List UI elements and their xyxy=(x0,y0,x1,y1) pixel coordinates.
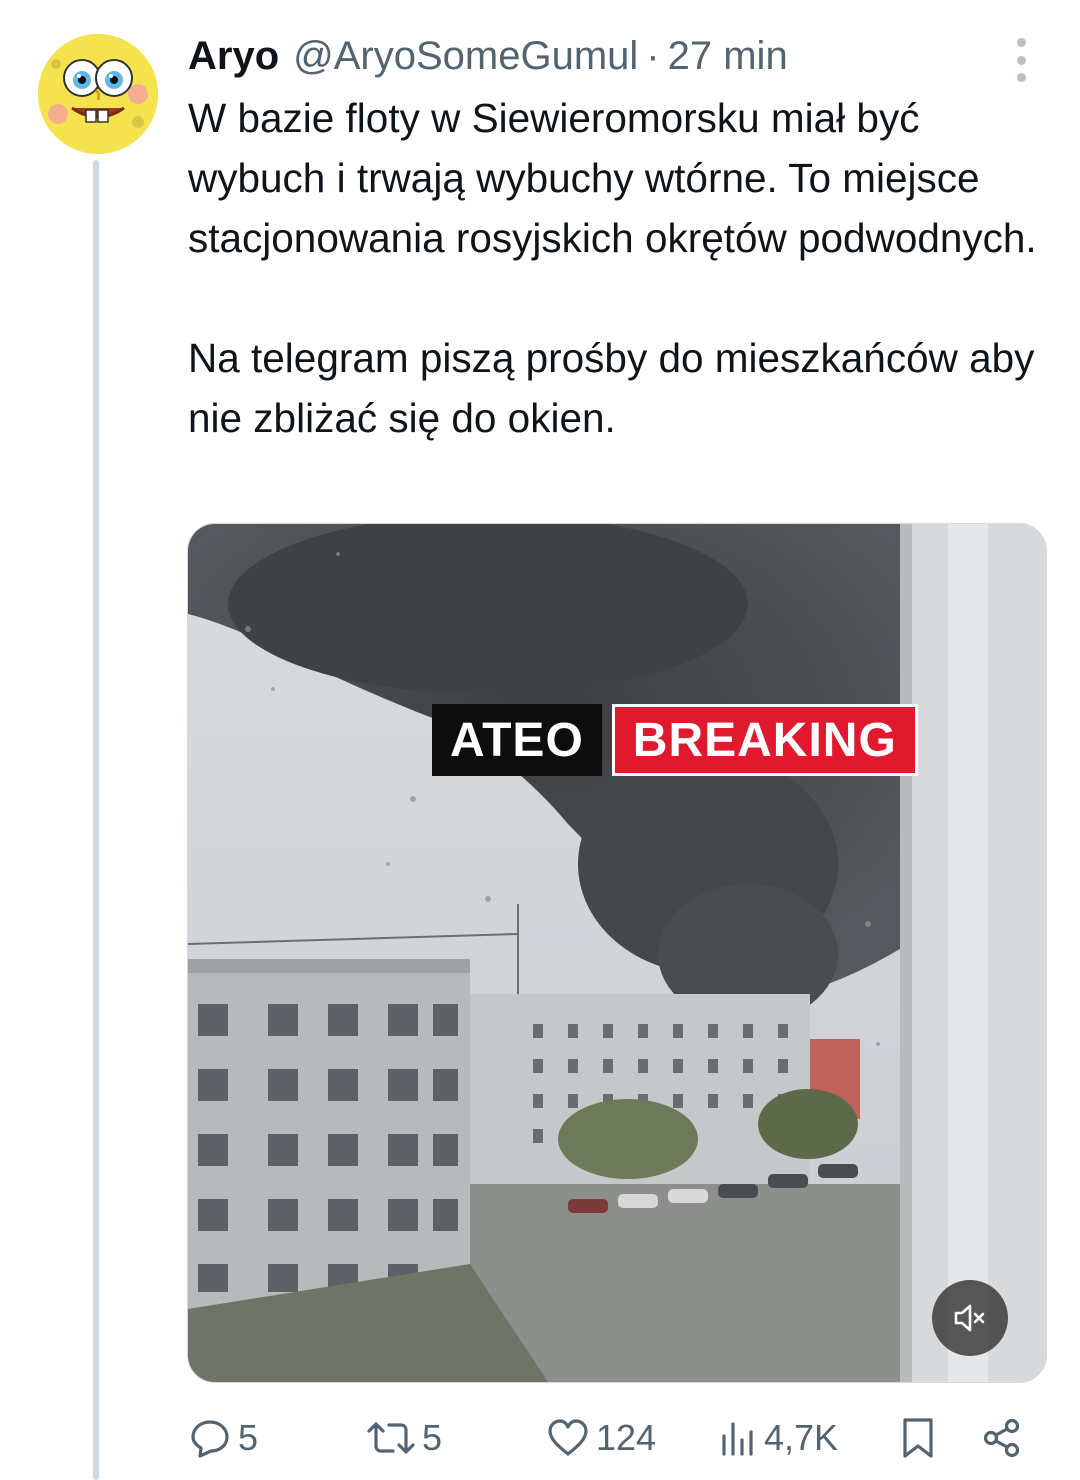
separator-dot: · xyxy=(646,33,660,78)
tweet-text: W bazie floty w Siewieromorsku miał być … xyxy=(188,88,1058,448)
spongebob-avatar-icon xyxy=(38,34,158,154)
more-dot xyxy=(1016,73,1026,82)
tweet-paragraph-1: W bazie floty w Siewieromorsku miał być … xyxy=(188,95,1037,261)
heart-icon xyxy=(548,1419,588,1456)
author-handle[interactable]: @AryoSomeGumul xyxy=(293,34,638,79)
banner-breaking: BREAKING xyxy=(611,704,918,776)
action-bar: 5 5 124 4,7K xyxy=(188,1410,1048,1466)
avatar[interactable] xyxy=(38,34,158,154)
repost-button[interactable]: 5 xyxy=(366,1410,442,1466)
tweet-time[interactable]: 27 min xyxy=(668,34,788,79)
video-player[interactable]: ATEO BREAKING xyxy=(187,523,1047,1383)
breaking-banner: ATEO BREAKING xyxy=(432,704,918,776)
mute-button[interactable] xyxy=(932,1280,1008,1356)
more-dot xyxy=(1016,55,1026,65)
author-name[interactable]: Aryo xyxy=(188,34,279,79)
reply-button[interactable]: 5 xyxy=(188,1410,258,1466)
views-count: 4,7K xyxy=(764,1417,839,1458)
views-chart-icon xyxy=(722,1422,753,1456)
thread-line xyxy=(93,160,99,1480)
views-button[interactable]: 4,7K xyxy=(718,1410,838,1466)
more-options-icon[interactable] xyxy=(1004,38,1038,82)
tweet-paragraph-2: Na telegram piszą prośby do mieszkańców … xyxy=(188,335,1035,441)
like-button[interactable]: 124 xyxy=(546,1410,656,1466)
tweet-header: Aryo @AryoSomeGumul · 27 min xyxy=(188,28,788,84)
repost-icon xyxy=(367,1422,415,1454)
bookmark-icon xyxy=(903,1418,933,1458)
bookmark-button[interactable] xyxy=(898,1410,938,1466)
repost-count: 5 xyxy=(422,1417,443,1458)
banner-source: ATEO xyxy=(432,704,602,776)
like-count: 124 xyxy=(596,1417,657,1458)
reply-count: 5 xyxy=(238,1417,259,1458)
share-button[interactable] xyxy=(980,1410,1024,1466)
share-icon xyxy=(983,1418,1020,1458)
tweet-page: Aryo @AryoSomeGumul · 27 min W bazie flo… xyxy=(0,0,1080,1480)
more-dot xyxy=(1016,38,1026,47)
video-frame xyxy=(188,524,1046,1382)
reply-icon xyxy=(191,1420,229,1458)
speaker-muted-icon xyxy=(954,1304,985,1332)
